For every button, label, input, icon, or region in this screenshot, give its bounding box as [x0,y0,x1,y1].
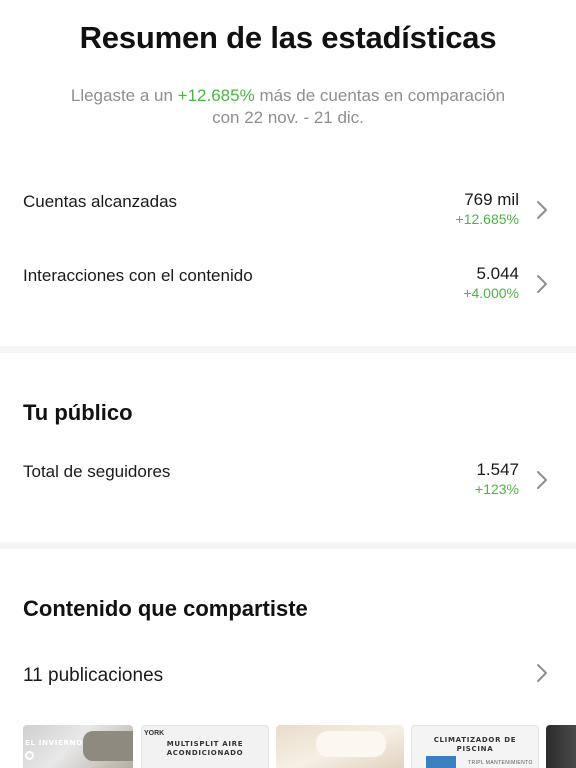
thumbnail-text-line2: ACONDICIONADO [166,749,244,757]
chevron-right-icon [537,201,547,219]
row-total-followers[interactable]: Total de seguidores 1.547 +123% [0,456,576,506]
post-thumbnail[interactable]: YORK MULTISPLIT AIRE ACONDICIONADO [141,725,269,768]
thumbnail-shape [83,731,133,761]
post-thumbnail[interactable] [276,725,404,768]
content-section-title: Contenido que compartiste [23,596,308,621]
post-thumbnail[interactable]: EL INVIERNO [23,725,133,768]
thumbnail-brand: YORK [144,730,165,737]
row-content-interactions[interactable]: Interacciones con el contenido 5.044 +4.… [0,260,576,310]
section-divider [0,346,576,353]
thumbnail-text-line1: CLIMATIZADOR DE [433,736,517,744]
total-followers-value: 1.547 [476,460,519,479]
post-thumbnail[interactable] [546,725,576,768]
total-followers-label: Total de seguidores [23,462,171,481]
accounts-reached-label: Cuentas alcanzadas [23,192,178,211]
content-interactions-value: 5.044 [476,264,519,283]
audience-section-title: Tu público [23,400,133,425]
thumbnail-shape [316,731,386,757]
post-thumbnail[interactable]: CLIMATIZADOR DE PISCINA TRIPL MANTENIMIE… [411,725,539,768]
accounts-reached-value: 769 mil [464,190,519,209]
chevron-right-icon [537,471,547,489]
row-accounts-reached[interactable]: Cuentas alcanzadas 769 mil +12.685% [0,186,576,236]
subtitle-suffix: más de cuentas en comparación con 22 nov… [212,86,506,127]
section-divider [0,542,576,549]
total-followers-change: +123% [475,481,519,497]
subtitle-prefix: Llegaste a un [70,86,178,105]
thumbnail-text-line1: MULTISPLIT AIRE [166,740,244,748]
thumbnail-caption: TRIPL MANTENIMIENTO [468,760,533,766]
page-title: Resumen de las estadísticas [79,20,497,55]
subtitle-highlight: +12.685% [177,86,255,105]
post-thumbnails: EL INVIERNO YORK MULTISPLIT AIRE ACONDIC… [0,725,576,768]
chevron-right-icon [537,664,547,682]
chevron-right-icon [537,275,547,293]
circle-icon [25,751,34,760]
summary-subtitle: Llegaste a un +12.685% más de cuentas en… [60,85,516,129]
content-interactions-change: +4.000% [463,285,519,301]
thumbnail-text-line2: PISCINA [456,745,494,753]
content-interactions-label: Interacciones con el contenido [23,266,253,285]
posts-count-label: 11 publicaciones [23,665,164,686]
thumbnail-product [426,756,456,768]
accounts-reached-change: +12.685% [455,211,519,227]
row-posts[interactable]: 11 publicaciones [0,657,576,707]
